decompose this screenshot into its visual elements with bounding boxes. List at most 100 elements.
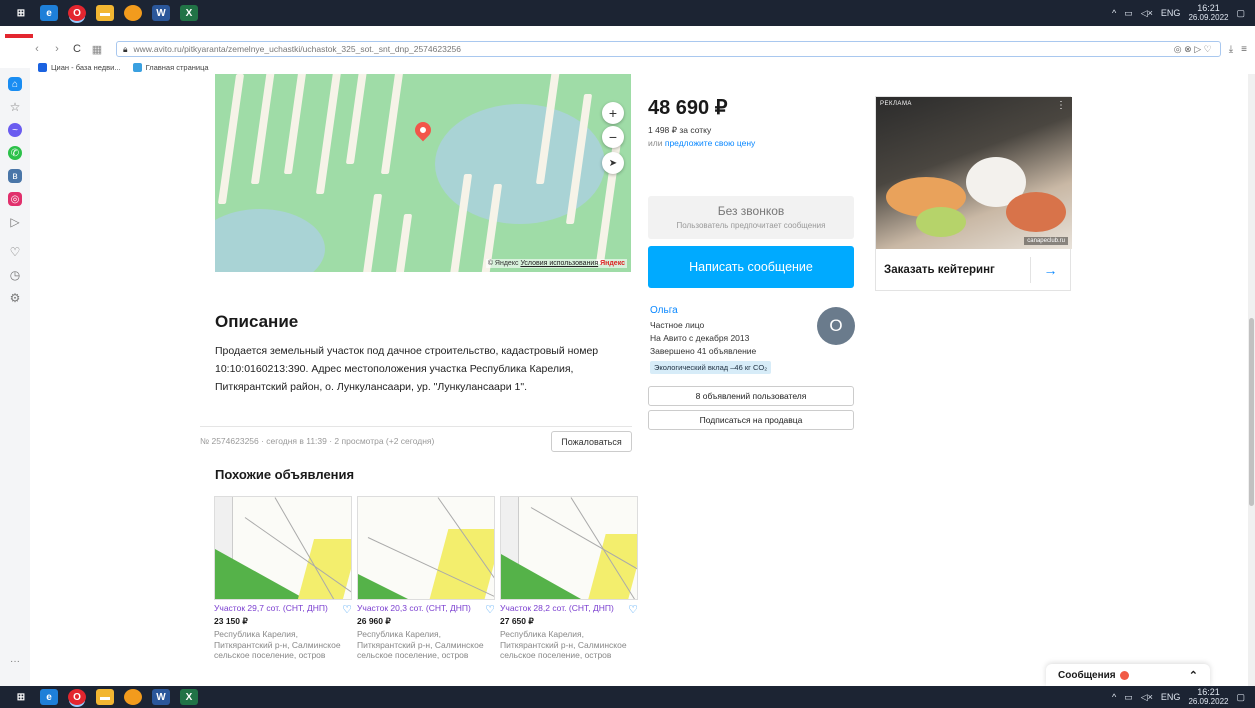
listing-price: 48 690 ₽: [648, 97, 728, 119]
map[interactable]: + − ➤ © Яндекс Условия использования Янд…: [215, 74, 631, 272]
map-lake: [215, 209, 325, 272]
card-price: 26 960 ₽: [357, 616, 391, 626]
tabs-grid-icon[interactable]: ▦: [90, 43, 104, 56]
whatsapp-icon[interactable]: ✆: [8, 146, 22, 160]
back-icon[interactable]: ‹: [30, 43, 44, 55]
seller-avatar[interactable]: О: [817, 307, 855, 345]
map-pin-icon[interactable]: [411, 118, 435, 142]
seller-completed: Завершено 41 объявление: [650, 346, 757, 356]
zoom-in-button[interactable]: +: [602, 102, 624, 124]
opera-icon[interactable]: O: [68, 5, 86, 21]
seller-name-link[interactable]: Ольга: [650, 305, 678, 316]
word-icon[interactable]: W: [152, 5, 170, 21]
tray-chevron-icon[interactable]: ^: [1112, 692, 1116, 702]
favorite-heart-icon[interactable]: ♡: [485, 603, 495, 616]
forward-icon[interactable]: ›: [50, 43, 64, 55]
bookmark-home[interactable]: Главная страница: [132, 63, 209, 72]
ad-caption-row[interactable]: Заказать кейтеринг →: [876, 249, 1070, 291]
language-indicator[interactable]: ENG: [1161, 8, 1181, 18]
lock-icon: 🔒︎: [123, 43, 128, 54]
menu-icon[interactable]: ≡: [1241, 44, 1247, 55]
opera-icon[interactable]: O: [68, 689, 86, 705]
card-price: 23 150 ₽: [214, 616, 248, 626]
card-thumbnail[interactable]: [214, 496, 352, 600]
reload-icon[interactable]: C: [70, 43, 84, 55]
windows-start-icon[interactable]: ⊞: [12, 5, 30, 21]
instagram-icon[interactable]: ◎: [8, 192, 22, 206]
word-icon[interactable]: W: [152, 689, 170, 705]
app-icon[interactable]: [124, 5, 142, 21]
offer-prefix: или: [648, 138, 663, 148]
messenger-icon[interactable]: ~: [8, 123, 22, 137]
card-thumbnail[interactable]: [500, 496, 638, 600]
excel-icon[interactable]: X: [180, 5, 198, 21]
ad-caption: Заказать кейтеринг: [884, 264, 995, 276]
player-icon[interactable]: ▷: [8, 215, 22, 229]
windows-start-icon[interactable]: ⊞: [12, 689, 30, 705]
chevron-up-icon[interactable]: ⌃: [1189, 669, 1198, 682]
card-price: 27 650 ₽: [500, 616, 534, 626]
edge-icon[interactable]: e: [40, 689, 58, 705]
favorites-icon[interactable]: ♡: [8, 245, 22, 259]
address-actions: ◎ ⊗ ▷ ♡: [1174, 44, 1220, 55]
address-bar[interactable]: 🔒︎ www.avito.ru/pitkyaranta/zemelnye_uch…: [116, 41, 1221, 57]
favorite-heart-icon[interactable]: ♡: [342, 603, 352, 616]
locate-button[interactable]: ➤: [602, 152, 624, 174]
offer-line: или предложите свою цену: [648, 138, 755, 148]
seller-type: Частное лицо: [650, 320, 705, 330]
notifications-icon[interactable]: ▢: [1236, 692, 1245, 703]
zoom-out-button[interactable]: −: [602, 126, 624, 148]
map-terms-link[interactable]: Условия использования: [520, 260, 598, 267]
report-button[interactable]: Пожаловаться: [551, 431, 632, 452]
clock-date: 26.09.2022: [1188, 697, 1229, 706]
similar-card[interactable]: ♡ Участок 28,2 сот. (СНТ, ДНП) 27 650 ₽ …: [500, 496, 638, 661]
subscribe-seller-button[interactable]: Подписаться на продавца: [648, 410, 854, 430]
edge-icon[interactable]: e: [40, 5, 58, 21]
ad-image[interactable]: РЕКЛАМА ⋮ canapeclub.ru: [876, 97, 1072, 249]
download-icon[interactable]: ⤓: [1229, 44, 1233, 55]
settings-icon[interactable]: ⚙: [8, 291, 22, 305]
ad-menu-icon[interactable]: ⋮: [1056, 100, 1066, 111]
volume-icon[interactable]: ◁×: [1141, 8, 1153, 19]
flow-icon[interactable]: ▷: [1194, 44, 1201, 54]
notifications-icon[interactable]: ▢: [1236, 8, 1245, 19]
app-icon[interactable]: [124, 689, 142, 705]
clock-date: 26.09.2022: [1188, 13, 1229, 22]
arrow-right-icon[interactable]: →: [1030, 257, 1070, 283]
clock[interactable]: 16:21 26.09.2022: [1188, 687, 1228, 707]
language-indicator[interactable]: ENG: [1161, 692, 1181, 702]
card-title[interactable]: Участок 29,7 сот. (СНТ, ДНП): [214, 603, 340, 614]
file-explorer-icon[interactable]: ▬: [96, 689, 114, 705]
home-icon[interactable]: ⌂: [8, 77, 22, 91]
similar-card[interactable]: ♡ Участок 20,3 сот. (СНТ, ДНП) 26 960 ₽ …: [357, 496, 495, 661]
speed-dial-icon[interactable]: ☆: [8, 100, 22, 114]
network-icon[interactable]: ▭: [1124, 8, 1133, 19]
history-icon[interactable]: ◷: [8, 268, 22, 282]
vk-icon[interactable]: в: [8, 169, 22, 183]
camera-icon[interactable]: ◎: [1174, 44, 1182, 54]
taskbar-top: ⊞ e O ▬ W X ^ ▭ ◁× ENG 16:21 26.09.2022 …: [0, 0, 1255, 26]
seller-listings-button[interactable]: 8 объявлений пользователя: [648, 386, 854, 406]
clock[interactable]: 16:21 26.09.2022: [1188, 3, 1228, 23]
heart-icon[interactable]: ♡: [1204, 44, 1212, 54]
volume-icon[interactable]: ◁×: [1141, 692, 1153, 703]
similar-card[interactable]: ♡ Участок 29,7 сот. (СНТ, ДНП) 23 150 ₽ …: [214, 496, 352, 661]
excel-icon[interactable]: X: [180, 689, 198, 705]
card-thumbnail[interactable]: [357, 496, 495, 600]
file-explorer-icon[interactable]: ▬: [96, 5, 114, 21]
favorite-heart-icon[interactable]: ♡: [628, 603, 638, 616]
network-icon[interactable]: ▭: [1124, 692, 1133, 703]
messages-panel[interactable]: Сообщения ⌃: [1046, 664, 1210, 686]
scrollbar-thumb[interactable]: [1249, 318, 1254, 506]
sidebar-more-icon[interactable]: ···: [10, 656, 20, 667]
tray-chevron-icon[interactable]: ^: [1112, 8, 1116, 18]
card-title[interactable]: Участок 20,3 сот. (СНТ, ДНП): [357, 603, 483, 614]
vpn-icon[interactable]: ⊗: [1184, 44, 1192, 54]
card-title[interactable]: Участок 28,2 сот. (СНТ, ДНП): [500, 603, 626, 614]
write-message-button[interactable]: Написать сообщение: [648, 246, 854, 288]
eco-badge[interactable]: Экологический вклад –46 кг CO₂: [650, 361, 772, 374]
bookmark-cian[interactable]: Циан - база недви...: [38, 63, 121, 72]
offer-price-link[interactable]: предложите свою цену: [665, 138, 755, 148]
scrollbar[interactable]: [1248, 74, 1255, 686]
catering-ad[interactable]: РЕКЛАМА ⋮ canapeclub.ru Заказать кейтери…: [875, 96, 1072, 291]
